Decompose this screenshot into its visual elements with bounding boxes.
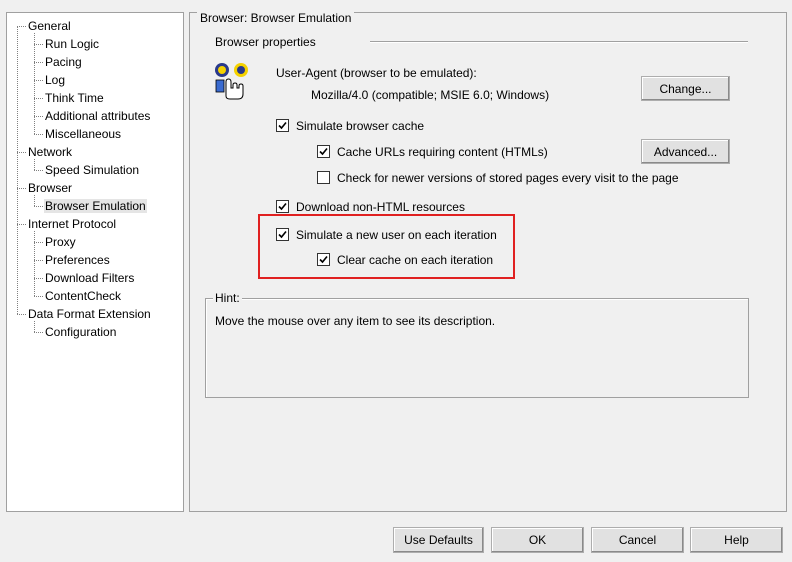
heading-divider: [370, 41, 748, 43]
tree-item-label: Data Format Extension: [28, 307, 151, 321]
tree-item-configuration[interactable]: Configuration: [44, 323, 117, 341]
cache-urls-checkbox[interactable]: [317, 145, 330, 158]
tree-item-run-logic[interactable]: Run Logic: [44, 35, 100, 53]
tree-item-data-format-extension[interactable]: Data Format Extension: [27, 305, 152, 323]
clear-cache-checkbox[interactable]: [317, 253, 330, 266]
tree-connector: [34, 195, 35, 206]
check-icon: [319, 147, 328, 156]
tree-item-contentcheck[interactable]: ContentCheck: [44, 287, 122, 305]
user-agent-value: Mozilla/4.0 (compatible; MSIE 6.0; Windo…: [311, 88, 550, 102]
simulate-new-user-label[interactable]: Simulate a new user on each iteration: [296, 227, 497, 243]
tree-item-think-time[interactable]: Think Time: [44, 89, 105, 107]
tree-connector: [34, 278, 43, 279]
simulate-cache-label[interactable]: Simulate browser cache: [296, 118, 424, 134]
tree-connector: [34, 242, 43, 243]
tree-item-label: Run Logic: [45, 37, 100, 51]
highlight-annotation: [258, 214, 515, 279]
tree-item-label: Pacing: [45, 55, 82, 69]
tree-connector: [17, 26, 18, 314]
help-button[interactable]: Help: [690, 527, 783, 553]
check-icon: [278, 121, 287, 130]
tree-connector: [17, 152, 26, 153]
simulate-cache-checkbox[interactable]: [276, 119, 289, 132]
tree-connector: [34, 296, 43, 297]
tree-item-pacing[interactable]: Pacing: [44, 53, 83, 71]
tree-connector: [34, 159, 35, 170]
hint-title: Hint:: [213, 291, 242, 305]
tree-item-miscellaneous[interactable]: Miscellaneous: [44, 125, 122, 143]
check-icon: [278, 202, 287, 211]
tree-connector: [34, 134, 43, 135]
tree-connector: [17, 314, 26, 315]
hand-pointer-icon: [215, 63, 248, 100]
tree-item-label: Log: [45, 73, 66, 87]
tree-item-label: Think Time: [45, 91, 104, 105]
tree-connector: [17, 188, 26, 189]
tree-item-speed-simulation[interactable]: Speed Simulation: [44, 161, 140, 179]
check-icon: [278, 230, 287, 239]
tree-connector: [34, 206, 43, 207]
advanced-button[interactable]: Advanced...: [641, 139, 730, 164]
tree-item-additional-attributes[interactable]: Additional attributes: [44, 107, 151, 125]
browser-properties-heading: Browser properties: [215, 35, 316, 49]
tree-connector: [34, 231, 35, 296]
tree-item-label: Network: [28, 145, 73, 159]
simulate-new-user-checkbox[interactable]: [276, 228, 289, 241]
tree-item-label: Internet Protocol: [28, 217, 117, 231]
tree-item-label: Proxy: [45, 235, 76, 249]
check-newer-checkbox[interactable]: [317, 171, 330, 184]
check-newer-label[interactable]: Check for newer versions of stored pages…: [337, 170, 679, 186]
tree-connector: [34, 260, 43, 261]
check-icon: [319, 255, 328, 264]
settings-tree[interactable]: General Run Logic Pacing Log Think Time Addit…: [6, 12, 184, 512]
tree-item-label: Additional attributes: [45, 109, 151, 123]
tree-connector: [34, 80, 43, 81]
tree-item-preferences[interactable]: Preferences: [44, 251, 111, 269]
tree-item-internet-protocol[interactable]: Internet Protocol: [27, 215, 117, 233]
tree-item-label: Miscellaneous: [45, 127, 122, 141]
tree-item-label: Preferences: [45, 253, 110, 267]
tree-item-proxy[interactable]: Proxy: [44, 233, 77, 251]
tree-item-browser-emulation[interactable]: Browser Emulation: [44, 197, 147, 215]
tree-connector: [34, 170, 43, 171]
user-agent-label: User-Agent (browser to be emulated):: [276, 66, 477, 80]
tree-item-label: Configuration: [45, 325, 117, 339]
tree-connector: [34, 33, 35, 134]
use-defaults-button[interactable]: Use Defaults: [393, 527, 484, 553]
cancel-button[interactable]: Cancel: [591, 527, 684, 553]
tree-item-label: Browser: [28, 181, 73, 195]
clear-cache-label[interactable]: Clear cache on each iteration: [337, 252, 493, 268]
hint-text: Move the mouse over any item to see its …: [215, 314, 496, 328]
tree-item-download-filters[interactable]: Download Filters: [44, 269, 135, 287]
tree-connector: [34, 321, 35, 332]
download-non-html-label[interactable]: Download non-HTML resources: [296, 199, 465, 215]
tree-item-label: ContentCheck: [45, 289, 122, 303]
tree-connector: [17, 224, 26, 225]
download-non-html-checkbox[interactable]: [276, 200, 289, 213]
tree-item-label: General: [28, 19, 71, 33]
panel-title: Browser: Browser Emulation: [197, 10, 355, 26]
ok-button[interactable]: OK: [491, 527, 584, 553]
tree-connector: [34, 98, 43, 99]
tree-item-label: Download Filters: [45, 271, 135, 285]
tree-connector: [34, 44, 43, 45]
tree-connector: [17, 26, 26, 27]
tree-item-log[interactable]: Log: [44, 71, 66, 89]
change-button[interactable]: Change...: [641, 76, 730, 101]
tree-item-label: Speed Simulation: [45, 163, 140, 177]
tree-connector: [34, 116, 43, 117]
tree-item-label: Browser Emulation: [44, 199, 147, 213]
tree-connector: [34, 62, 43, 63]
cache-urls-label[interactable]: Cache URLs requiring content (HTMLs): [337, 144, 548, 160]
tree-connector: [34, 332, 43, 333]
